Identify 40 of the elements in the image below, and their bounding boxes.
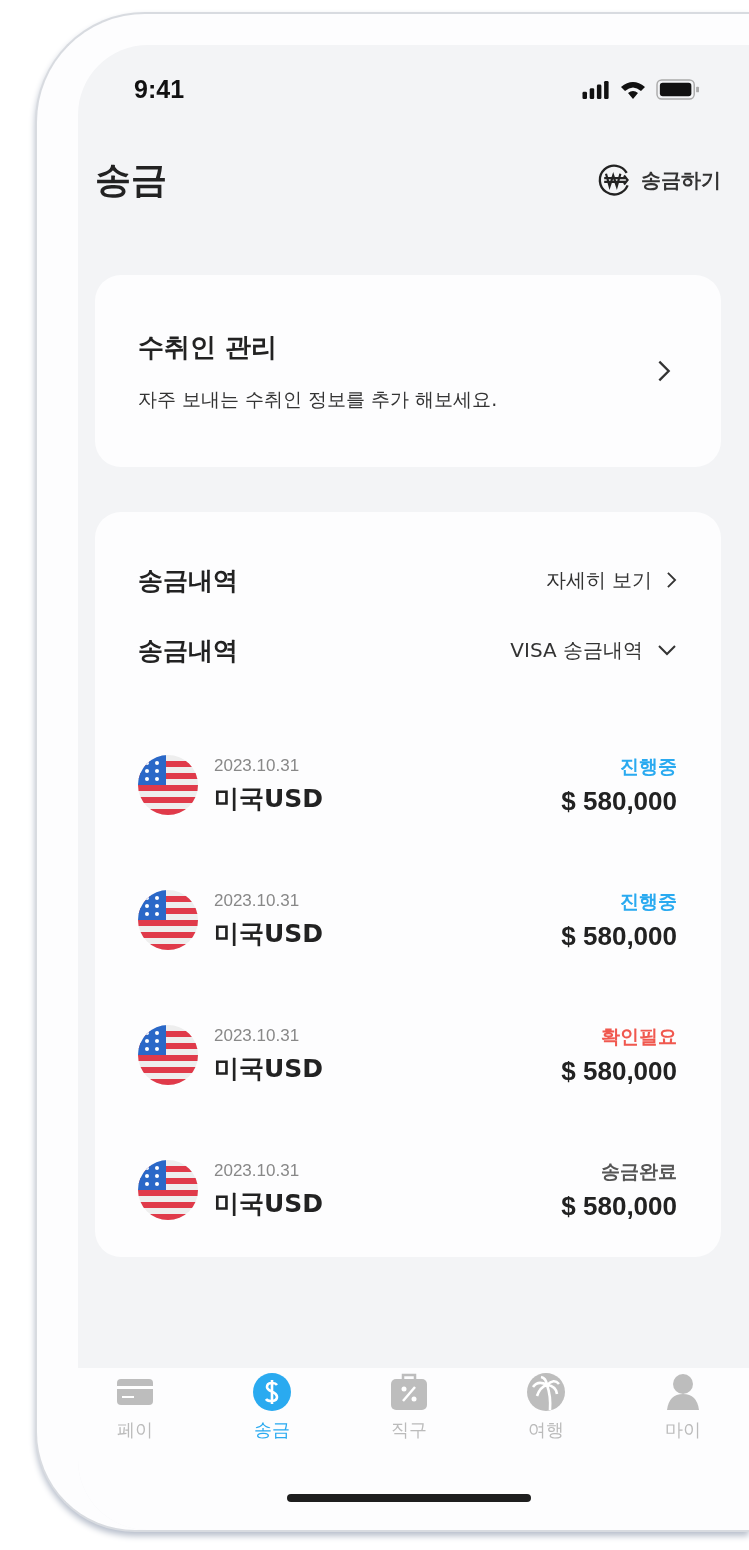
chevron-down-icon bbox=[657, 644, 677, 656]
tab-bar-item[interactable]: 마이 bbox=[626, 1372, 740, 1465]
transfer-amount: $ 580,000 bbox=[561, 1190, 677, 1222]
tab-bar-item[interactable]: 페이 bbox=[78, 1372, 192, 1465]
transfer-amount: $ 580,000 bbox=[561, 920, 677, 952]
transfer-status: 진행중 bbox=[620, 888, 677, 914]
transfer-date: 2023.10.31 bbox=[214, 755, 301, 776]
transfer-date: 2023.10.31 bbox=[214, 890, 301, 911]
transfer-amount: $ 580,000 bbox=[561, 1055, 677, 1087]
tab-bar-item[interactable]: 직구 bbox=[352, 1372, 466, 1465]
tab-bar-item[interactable]: 송금 bbox=[215, 1372, 329, 1465]
section-title: 송금내역 bbox=[138, 564, 238, 597]
shopping-bag-icon[interactable] bbox=[389, 1372, 429, 1412]
history-filter-dropdown[interactable]: VISA 송금내역 bbox=[510, 636, 677, 664]
transfer-status: 송금완료 bbox=[601, 1158, 677, 1184]
currency-name: 미국USD bbox=[214, 1052, 325, 1085]
transfer-date: 2023.10.31 bbox=[214, 1160, 301, 1181]
card-description: 자주 보내는 수취인 정보를 추가 해보세요. bbox=[138, 386, 498, 412]
wifi-icon bbox=[620, 79, 646, 100]
transfer-status: 확인필요 bbox=[601, 1023, 677, 1049]
chevron-right-icon bbox=[657, 358, 671, 384]
currency-name: 미국USD bbox=[214, 782, 325, 815]
battery-icon bbox=[656, 79, 700, 100]
dollar-icon[interactable] bbox=[252, 1372, 292, 1412]
view-details-link[interactable]: 자세히 보기 bbox=[545, 566, 677, 594]
send-money-button[interactable]: 송금하기 bbox=[597, 162, 721, 198]
recipient-card[interactable]: 수취인 관리 자주 보내는 수취인 정보를 추가 해보세요. bbox=[95, 275, 721, 467]
section-title: 송금내역 bbox=[138, 634, 238, 667]
currency-name: 미국USD bbox=[214, 1187, 325, 1220]
signal-icon bbox=[582, 80, 610, 99]
transfer-date: 2023.10.31 bbox=[214, 1025, 301, 1046]
palm-tree-icon[interactable] bbox=[526, 1372, 566, 1412]
currency-name: 미국USD bbox=[214, 917, 325, 950]
page-title: 송금 bbox=[95, 157, 167, 202]
status-time: 9:41 bbox=[134, 75, 185, 104]
tab-bar-item[interactable]: 여행 bbox=[489, 1372, 603, 1465]
transfer-status: 진행중 bbox=[620, 753, 677, 779]
card-title: 수취인 관리 bbox=[138, 330, 279, 364]
transfer-amount: $ 580,000 bbox=[561, 785, 677, 817]
chevron-right-icon bbox=[666, 571, 677, 589]
